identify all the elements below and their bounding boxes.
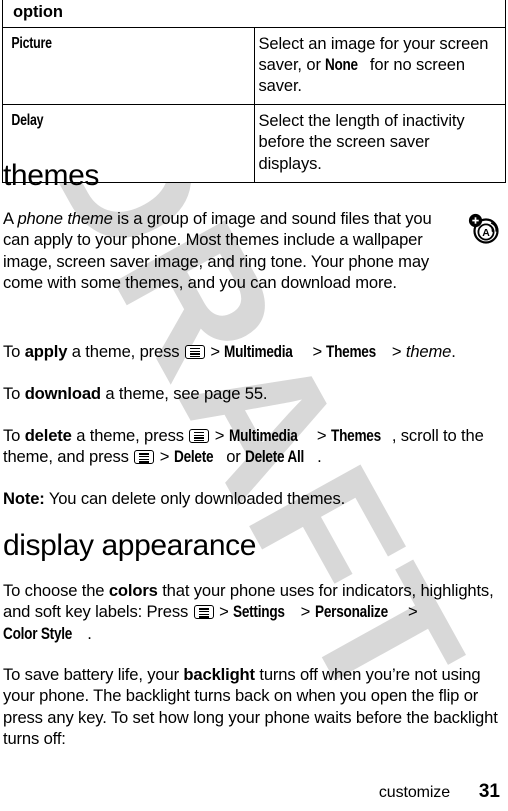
option-desc-delay: Select the length of inactivity before t… [253, 104, 506, 183]
apply-emphasis-theme: theme [405, 342, 452, 361]
menu-key-icon[interactable] [184, 345, 205, 359]
themes-apply-paragraph: To apply a theme, press > Multimedia > T… [3, 341, 503, 362]
themes-intro-paragraph: A phone theme is a group of image and so… [3, 208, 449, 294]
table-header-row: option [2, 0, 506, 28]
menu-path-multimedia: Multimedia [228, 426, 298, 445]
delete-text-5: . [317, 447, 322, 467]
menu-key-icon[interactable] [134, 450, 155, 465]
menu-key-icon[interactable] [193, 605, 214, 620]
page-footer: customize 31 [379, 781, 500, 803]
colors-text-3: . [87, 623, 92, 643]
audio-theme-icon: A [468, 212, 502, 246]
menu-item-delete-all: Delete All [245, 447, 305, 467]
delete-text-4: or [221, 447, 246, 467]
download-text-1: To [3, 384, 25, 403]
colors-text-1: To choose the [3, 581, 109, 600]
menu-path-themes: Themes [326, 342, 377, 361]
download-text-2: a theme, see page 55. [100, 384, 268, 403]
display-backlight-paragraph: To save battery life, your backlight tur… [3, 664, 505, 750]
manual-page: option Picture Select an image for your … [0, 0, 508, 811]
menu-path-multimedia: Multimedia [224, 342, 293, 361]
display-colors-paragraph: To choose the colors that your phone use… [3, 580, 505, 644]
colors-sep-1: > [214, 602, 234, 622]
menu-path-personalize: Personalize [314, 602, 388, 622]
menu-path-color-style: Color Style [3, 623, 73, 643]
note-label: Note: [3, 489, 45, 508]
note-text: You can delete only downloaded themes. [44, 489, 346, 508]
delete-sep-1: > [210, 426, 229, 445]
download-bold-word: download [24, 384, 101, 403]
backlight-text-1: To save battery life, your [3, 665, 184, 684]
menu-item-delete: Delete [173, 447, 214, 467]
colors-sep-3: > [403, 602, 418, 622]
page-title-themes: themes [3, 159, 99, 192]
apply-sep-3: > [387, 342, 406, 361]
table-row: Picture Select an image for your screen … [2, 26, 506, 106]
apply-text-2: a theme, press [67, 342, 184, 361]
delete-text-2: a theme, press [71, 426, 189, 445]
option-value-none: None [325, 56, 359, 75]
themes-download-paragraph: To download a theme, see page 55. [3, 383, 503, 404]
themes-intro-a: A [3, 209, 18, 228]
delete-sep-3: > [155, 447, 174, 467]
table-header-option: option [2, 0, 506, 28]
svg-text:A: A [482, 227, 490, 239]
themes-intro-emphasis: phone theme [17, 209, 113, 228]
menu-key-icon[interactable] [189, 429, 210, 443]
menu-path-themes: Themes [330, 426, 381, 445]
colors-sep-2: > [296, 602, 315, 622]
delete-sep-2: > [312, 426, 331, 445]
screen-saver-options-table: option Picture Select an image for your … [2, 0, 506, 183]
apply-bold-word: apply [24, 342, 68, 361]
delete-text-1: To [3, 426, 25, 445]
delete-bold-word: delete [24, 426, 72, 445]
themes-note-paragraph: Note: You can delete only downloaded the… [3, 488, 503, 509]
apply-sep-1: > [205, 342, 225, 361]
colors-bold-word: colors [108, 581, 158, 600]
apply-text-3: . [451, 342, 456, 361]
menu-path-settings: Settings [233, 602, 285, 622]
page-title-display-appearance: display appearance [3, 529, 256, 562]
themes-delete-paragraph: To delete a theme, press > Multimedia > … [3, 425, 508, 468]
footer-page-number: 31 [478, 781, 500, 802]
option-desc-picture: Select an image for your screen saver, o… [253, 26, 506, 106]
option-key-picture: Picture [2, 26, 205, 106]
apply-text-1: To [3, 342, 25, 361]
backlight-bold-word: backlight [183, 665, 255, 684]
apply-sep-2: > [308, 342, 327, 361]
footer-section-name: customize [378, 784, 450, 801]
